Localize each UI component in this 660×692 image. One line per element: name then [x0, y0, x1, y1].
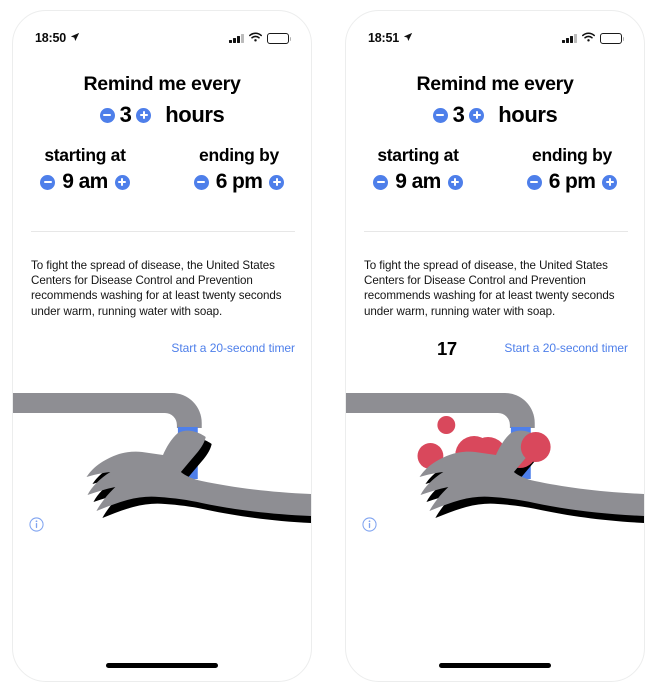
end-time-value: 6 pm — [215, 170, 263, 193]
start-time-decrement-button[interactable] — [373, 174, 389, 190]
status-bar: 18:51 — [346, 11, 644, 51]
start-time-increment-button[interactable] — [447, 174, 463, 190]
start-time-stepper: 9 am — [19, 170, 151, 194]
interval-unit-label: hours — [498, 102, 558, 127]
advice-text: To fight the spread of disease, the Unit… — [31, 259, 282, 318]
status-time: 18:51 — [368, 31, 399, 45]
section-divider — [364, 231, 628, 232]
start-time-decrement-button[interactable] — [40, 174, 56, 190]
wifi-icon — [249, 29, 262, 47]
page-title: Remind me every — [416, 73, 574, 95]
start-time-stepper: 9 am — [352, 170, 484, 194]
start-time-increment-button[interactable] — [114, 174, 130, 190]
end-time-label: ending by — [199, 145, 279, 165]
start-timer-link[interactable]: Start a 20-second timer — [504, 341, 628, 355]
time-range-row: starting at 9 am ending by 6 pm — [13, 145, 311, 194]
phone-left: 18:50 Remind me every 3 hours starting a… — [12, 10, 312, 682]
end-time-stepper: 6 pm — [173, 170, 305, 194]
timer-countdown: 17 — [437, 338, 457, 359]
info-circle-icon[interactable] — [29, 517, 44, 532]
end-time-increment-button[interactable] — [269, 174, 285, 190]
status-bar-right — [229, 29, 292, 47]
interval-row: 3 hours — [13, 102, 311, 128]
info-circle-icon[interactable] — [362, 517, 377, 532]
interval-increment-button[interactable] — [136, 107, 152, 123]
interval-unit-label: hours — [165, 102, 225, 127]
status-bar-right — [562, 29, 625, 47]
germ-bubbles-front — [520, 432, 551, 462]
advice-text: To fight the spread of disease, the Unit… — [364, 259, 615, 318]
end-time-group: ending by 6 pm — [173, 145, 305, 194]
home-indicator — [439, 663, 551, 668]
handwash-illustration — [346, 383, 644, 548]
interval-row: 3 hours — [346, 102, 644, 128]
end-time-increment-button[interactable] — [602, 174, 618, 190]
interval-decrement-button[interactable] — [99, 107, 115, 123]
status-bar: 18:50 — [13, 11, 311, 51]
cellular-bars-icon — [229, 33, 244, 43]
start-time-label: starting at — [377, 145, 459, 165]
wifi-icon — [582, 29, 595, 47]
interval-decrement-button[interactable] — [432, 107, 448, 123]
end-time-decrement-button[interactable] — [526, 174, 542, 190]
interval-stepper: 3 — [99, 102, 152, 128]
phone-right: 18:51 Remind me every 3 hours starting a… — [345, 10, 645, 682]
page-title: Remind me every — [83, 73, 241, 95]
reminder-settings: Remind me every 3 hours starting at 9 am — [346, 73, 644, 194]
end-time-label: ending by — [532, 145, 612, 165]
battery-icon — [267, 32, 292, 44]
reminder-settings: Remind me every 3 hours starting at 9 am — [13, 73, 311, 194]
interval-increment-button[interactable] — [469, 107, 485, 123]
start-timer-link[interactable]: Start a 20-second timer — [171, 341, 295, 355]
battery-icon — [600, 32, 625, 44]
timer-row: 17 Start a 20-second timer — [364, 338, 628, 361]
status-bar-left: 18:50 — [35, 29, 80, 47]
start-time-label: starting at — [44, 145, 126, 165]
interval-stepper: 3 — [432, 102, 485, 128]
start-time-group: starting at 9 am — [352, 145, 484, 194]
section-divider — [31, 231, 295, 232]
end-time-group: ending by 6 pm — [506, 145, 638, 194]
screenshot-canvas: 18:50 Remind me every 3 hours starting a… — [0, 0, 660, 692]
start-time-value: 9 am — [62, 170, 108, 193]
end-time-stepper: 6 pm — [506, 170, 638, 194]
status-bar-left: 18:51 — [368, 29, 413, 47]
handwash-illustration — [13, 383, 311, 548]
location-arrow-icon — [403, 29, 413, 47]
timer-row: Start a 20-second timer — [31, 339, 295, 361]
interval-value: 3 — [119, 102, 132, 127]
home-indicator — [106, 663, 218, 668]
time-range-row: starting at 9 am ending by 6 pm — [346, 145, 644, 194]
status-time: 18:50 — [35, 31, 66, 45]
end-time-decrement-button[interactable] — [193, 174, 209, 190]
location-arrow-icon — [70, 29, 80, 47]
interval-value: 3 — [452, 102, 465, 127]
end-time-value: 6 pm — [548, 170, 596, 193]
cellular-bars-icon — [562, 33, 577, 43]
start-time-group: starting at 9 am — [19, 145, 151, 194]
start-time-value: 9 am — [395, 170, 441, 193]
